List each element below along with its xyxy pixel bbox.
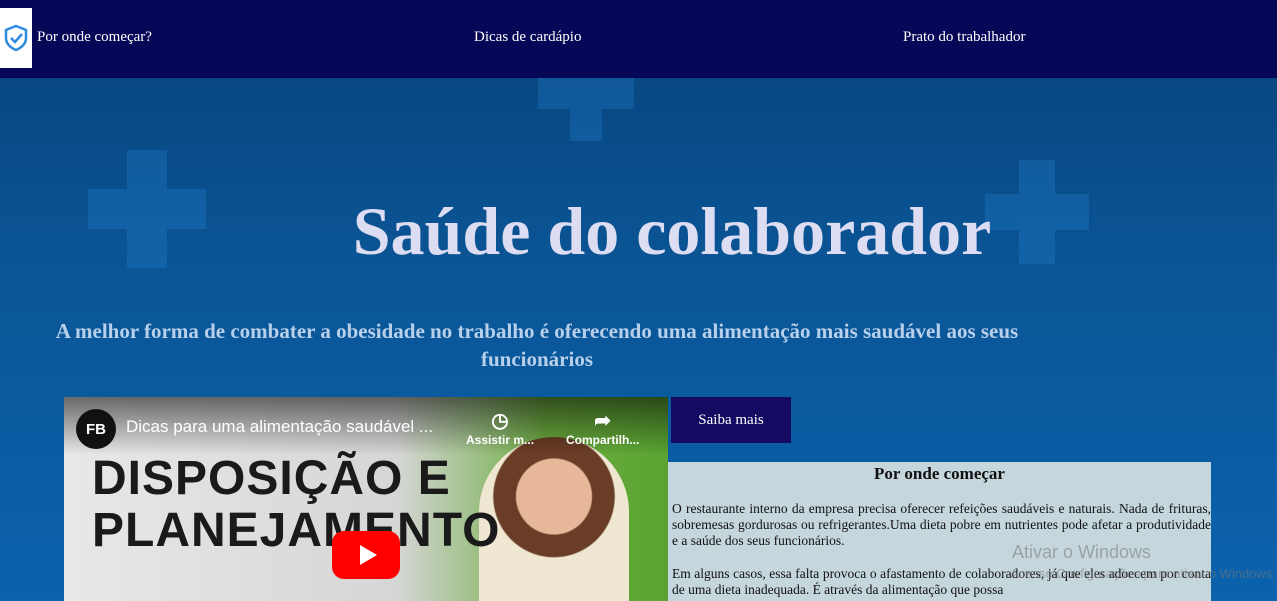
page-title: Saúde do colaborador [352,193,992,269]
watch-later-button[interactable]: ◷ Assistir m... [466,409,534,447]
top-navbar: Por onde começar? Dicas de cardápio Prat… [0,0,1277,78]
youtube-video-embed[interactable]: DISPOSIÇÃO E PLANEJAMENTO FB Dicas para … [64,397,668,601]
share-arrow-icon: ➦ [594,410,612,432]
page-subtitle: A melhor forma de combater a obesidade n… [55,319,1019,371]
thumbnail-text-line: DISPOSIÇÃO E [92,452,451,505]
saiba-mais-button[interactable]: Saiba mais [671,397,791,443]
shield-check-icon [4,24,28,52]
video-title[interactable]: Dicas para uma alimentação saudável ... [126,417,433,437]
windows-activation-hint: Acesse Configurações para ativar o Windo… [1010,566,1276,581]
nav-link-prato-do-trabalhador[interactable]: Prato do trabalhador [903,29,1025,46]
video-thumbnail-text: DISPOSIÇÃO E PLANEJAMENTO [92,453,501,557]
clock-icon: ◷ [491,410,509,432]
play-icon [359,545,377,565]
watch-later-label: Assistir m... [466,433,535,447]
logo[interactable] [0,8,32,68]
nav-link-dicas-de-cardapio[interactable]: Dicas de cardápio [474,29,581,46]
windows-activation-title: Ativar o Windows [1012,542,1152,562]
play-button[interactable] [332,531,400,579]
share-label: Compartilh... [566,433,640,447]
share-button[interactable]: ➦ Compartilh... [566,409,639,447]
video-thumbnail-presenter [479,437,629,601]
nav-link-por-onde-comecar[interactable]: Por onde começar? [37,29,152,46]
info-title: Por onde começar [874,464,1005,483]
thumbnail-text-line: PLANEJAMENTO [92,504,501,557]
channel-avatar[interactable]: FB [76,409,116,449]
